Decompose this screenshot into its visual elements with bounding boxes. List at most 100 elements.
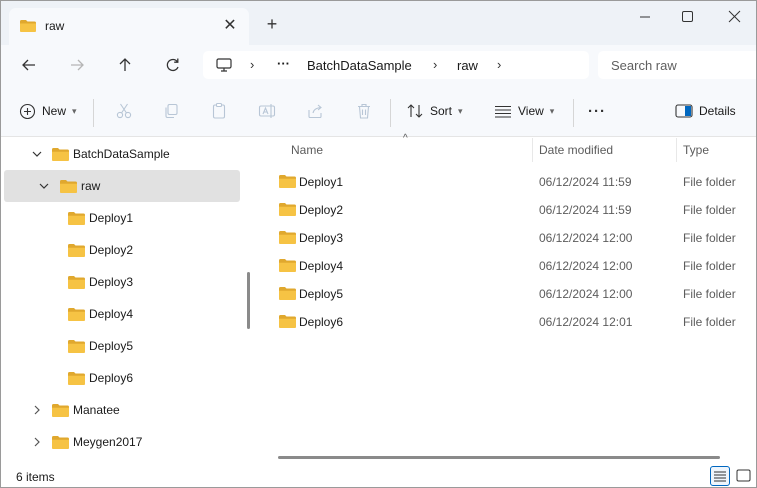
tree-item-label: Deploy1 xyxy=(89,211,134,225)
sort-icon xyxy=(407,104,423,118)
folder-icon xyxy=(52,404,69,417)
back-button[interactable] xyxy=(16,53,42,77)
chevron-down-icon[interactable] xyxy=(30,147,44,161)
forward-button[interactable] xyxy=(64,53,90,77)
command-bar: New ▾ Sort ▾ View ▾ ··· Details xyxy=(1,85,756,137)
file-explorer-window: raw ✕ + › ··· BatchDataSample › raw › Se… xyxy=(0,0,757,488)
folder-icon xyxy=(20,20,36,32)
folder-icon xyxy=(68,276,85,289)
file-date-modified: 06/12/2024 12:00 xyxy=(539,231,633,245)
refresh-icon xyxy=(166,58,179,72)
file-date-modified: 06/12/2024 12:00 xyxy=(539,259,633,273)
folder-icon xyxy=(68,212,85,225)
tree-item-deploy5[interactable]: Deploy5 xyxy=(4,330,240,362)
tree-item-deploy3[interactable]: Deploy3 xyxy=(4,266,240,298)
breadcrumb-overflow[interactable]: ··· xyxy=(277,56,290,71)
copy-button[interactable] xyxy=(162,99,180,123)
tree-item-label: Deploy4 xyxy=(89,307,134,321)
tab-raw[interactable]: raw ✕ xyxy=(9,8,249,45)
divider xyxy=(390,99,391,127)
file-row[interactable]: Deploy6 06/12/2024 12:01 File folder xyxy=(273,307,756,335)
tree-item-manatee[interactable]: Manatee xyxy=(4,394,240,426)
folder-icon xyxy=(279,203,296,216)
tree-item-label: Manatee xyxy=(73,403,120,417)
large-icons-view-button[interactable] xyxy=(734,466,754,486)
folder-icon xyxy=(279,287,296,300)
file-type: File folder xyxy=(683,315,736,329)
new-tab-icon[interactable]: + xyxy=(261,13,283,35)
tree-item-deploy1[interactable]: Deploy1 xyxy=(4,202,240,234)
breadcrumb-raw[interactable]: raw xyxy=(457,58,478,73)
file-date-modified: 06/12/2024 12:00 xyxy=(539,287,633,301)
share-button[interactable] xyxy=(306,99,324,123)
status-bar: 6 items xyxy=(1,464,756,487)
sort-button[interactable]: Sort ▾ xyxy=(406,99,463,123)
new-button[interactable]: New ▾ xyxy=(19,99,77,123)
more-options-button[interactable]: ··· xyxy=(588,99,606,123)
arrow-right-icon xyxy=(71,59,84,71)
search-box[interactable]: Search raw xyxy=(598,51,756,79)
file-name: Deploy2 xyxy=(299,203,344,217)
sort-ascending-icon: ^ xyxy=(403,133,408,144)
details-pane-button[interactable]: Details xyxy=(675,99,736,123)
chevron-down-icon[interactable] xyxy=(37,179,51,193)
folder-icon xyxy=(279,175,296,188)
tree-item-label: Deploy3 xyxy=(89,275,134,289)
close-tab-icon[interactable]: ✕ xyxy=(220,16,240,36)
tab-title: raw xyxy=(45,19,65,33)
trash-icon xyxy=(358,103,370,119)
column-divider[interactable] xyxy=(676,138,677,162)
view-button[interactable]: View ▾ xyxy=(494,99,554,123)
cut-button[interactable] xyxy=(115,99,133,123)
tiles-view-icon xyxy=(736,469,751,482)
details-view-button[interactable] xyxy=(710,466,730,486)
rename-button[interactable] xyxy=(258,99,276,123)
new-label: New xyxy=(42,104,67,118)
tab-strip: raw ✕ + xyxy=(1,1,756,45)
tree-item-deploy4[interactable]: Deploy4 xyxy=(4,298,240,330)
item-count: 6 items xyxy=(16,470,55,484)
refresh-button[interactable] xyxy=(160,53,186,77)
tree-item-label: Deploy5 xyxy=(89,339,134,353)
up-button[interactable] xyxy=(112,53,138,77)
column-header-type[interactable]: Type xyxy=(683,143,709,157)
file-name: Deploy6 xyxy=(299,315,344,329)
delete-button[interactable] xyxy=(355,99,373,123)
details-label: Details xyxy=(699,104,736,118)
breadcrumb-batchdatasample[interactable]: BatchDataSample xyxy=(307,58,412,73)
column-header-name[interactable]: Name xyxy=(291,143,323,157)
nav-scrollbar[interactable] xyxy=(247,272,250,329)
chevron-right-icon[interactable] xyxy=(30,403,44,417)
address-bar[interactable]: › ··· BatchDataSample › raw › xyxy=(203,51,589,79)
navigation-pane: BatchDataSample raw Deploy1 Deploy2 Deploy3 D… xyxy=(1,138,242,464)
file-row[interactable]: Deploy1 06/12/2024 11:59 File folder xyxy=(273,167,756,195)
tree-item-meygen2017[interactable]: Meygen2017 xyxy=(4,426,240,458)
file-row[interactable]: Deploy4 06/12/2024 12:00 File folder xyxy=(273,251,756,279)
breadcrumb-separator[interactable]: › xyxy=(250,57,254,72)
maximize-icon xyxy=(682,11,693,22)
folder-icon xyxy=(68,244,85,257)
horizontal-scrollbar[interactable] xyxy=(278,456,720,459)
tree-item-batchdatasample[interactable]: BatchDataSample xyxy=(4,138,240,170)
file-row[interactable]: Deploy3 06/12/2024 12:00 File folder xyxy=(273,223,756,251)
breadcrumb-separator[interactable]: › xyxy=(497,57,501,72)
tree-item-deploy2[interactable]: Deploy2 xyxy=(4,234,240,266)
tree-item-raw[interactable]: raw xyxy=(4,170,240,202)
minimize-button[interactable] xyxy=(625,5,665,29)
column-header-date-modified[interactable]: Date modified xyxy=(539,143,613,157)
search-input[interactable]: Search raw xyxy=(611,58,677,73)
file-name: Deploy1 xyxy=(299,175,344,189)
file-row[interactable]: Deploy5 06/12/2024 12:00 File folder xyxy=(273,279,756,307)
breadcrumb-separator[interactable]: › xyxy=(433,57,437,72)
column-divider[interactable] xyxy=(532,138,533,162)
chevron-right-icon[interactable] xyxy=(30,435,44,449)
close-window-button[interactable] xyxy=(715,5,755,29)
address-row: › ··· BatchDataSample › raw › Search raw xyxy=(1,45,756,85)
clipboard-icon xyxy=(212,102,226,119)
more-icon: ··· xyxy=(588,102,606,120)
computer-icon xyxy=(216,58,232,72)
file-row[interactable]: Deploy2 06/12/2024 11:59 File folder xyxy=(273,195,756,223)
paste-button[interactable] xyxy=(210,99,228,123)
tree-item-deploy6[interactable]: Deploy6 xyxy=(4,362,240,394)
maximize-button[interactable] xyxy=(667,5,707,29)
